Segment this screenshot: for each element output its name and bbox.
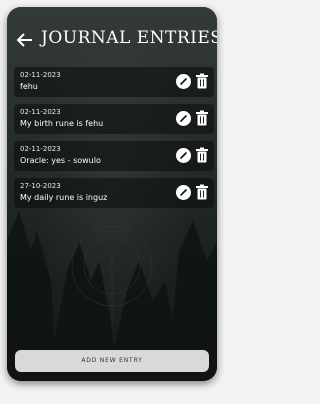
entry-text: fehu [20,82,38,91]
entry-text: Oracle: yes - sowulo [20,156,101,165]
add-new-entry-button[interactable]: ADD NEW ENTRY [15,350,209,372]
journal-screen: JOURNAL ENTRIES 02-11-2023 fehu 02-11-20… [7,7,217,381]
entry-date: 02-11-2023 [20,71,61,79]
list-item[interactable]: 27-10-2023 My daily rune is inguz [14,178,214,208]
list-item[interactable]: 02-11-2023 My birth rune is fehu [14,104,214,134]
entry-date: 27-10-2023 [20,182,61,190]
entry-text: My daily rune is inguz [20,193,108,202]
trash-icon [196,184,208,200]
page-title: JOURNAL ENTRIES [41,28,217,48]
entry-text: My birth rune is fehu [20,119,104,128]
delete-button[interactable] [195,147,209,163]
entry-date: 02-11-2023 [20,145,61,153]
trash-icon [196,147,208,163]
delete-button[interactable] [195,73,209,89]
entries-list: 02-11-2023 fehu 02-11-2023 My birth rune… [14,67,214,215]
edit-button[interactable] [176,185,191,200]
pencil-icon [179,151,188,160]
delete-button[interactable] [195,110,209,126]
arrow-left-icon [16,33,32,47]
delete-button[interactable] [195,184,209,200]
pencil-icon [179,114,188,123]
list-item[interactable]: 02-11-2023 fehu [14,67,214,97]
app-header: JOURNAL ENTRIES [7,7,217,65]
entry-date: 02-11-2023 [20,108,61,116]
edit-button[interactable] [176,74,191,89]
edit-button[interactable] [176,111,191,126]
edit-button[interactable] [176,148,191,163]
trash-icon [196,110,208,126]
list-item[interactable]: 02-11-2023 Oracle: yes - sowulo [14,141,214,171]
trash-icon [196,73,208,89]
pencil-icon [179,188,188,197]
pencil-icon [179,77,188,86]
back-button[interactable] [14,29,36,51]
